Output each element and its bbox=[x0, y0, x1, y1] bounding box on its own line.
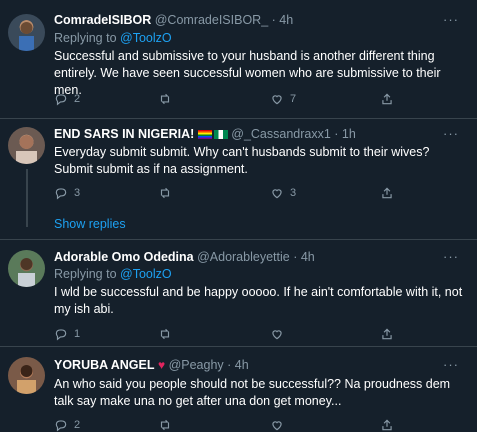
like-button[interactable]: 7 bbox=[270, 92, 296, 106]
avatar-image bbox=[17, 365, 36, 394]
tweet-1[interactable]: ComradeISIBOR @ComradeISIBOR_ · 4h ··· R… bbox=[0, 0, 477, 118]
like-count: 3 bbox=[290, 187, 297, 199]
reply-button[interactable]: 2 bbox=[54, 418, 80, 432]
share-button[interactable] bbox=[380, 92, 394, 106]
share-button[interactable] bbox=[380, 186, 394, 200]
thread-line bbox=[26, 169, 28, 227]
author-handle[interactable]: @_Cassandraxx1 bbox=[231, 127, 331, 141]
rainbow-flag-icon bbox=[197, 130, 212, 139]
author-handle[interactable]: @Peaghy bbox=[169, 358, 224, 372]
more-options-icon[interactable]: ··· bbox=[443, 357, 459, 372]
retweet-icon bbox=[160, 93, 170, 105]
author-name[interactable]: Adorable Omo Odedina bbox=[54, 250, 194, 264]
avatar[interactable] bbox=[8, 127, 45, 164]
avatar[interactable] bbox=[8, 14, 45, 51]
retweet-icon bbox=[160, 419, 170, 431]
reply-button[interactable]: 3 bbox=[54, 186, 80, 200]
tweet-time[interactable]: · 4h bbox=[227, 358, 249, 372]
show-replies-link[interactable]: Show replies bbox=[54, 217, 126, 231]
more-options-icon[interactable]: ··· bbox=[443, 12, 459, 27]
replying-to-label: Replying to bbox=[54, 31, 121, 45]
retweet-icon bbox=[160, 328, 170, 340]
share-button[interactable] bbox=[380, 418, 394, 432]
tweet-header: Adorable Omo Odedina @Adorableyettie · 4… bbox=[54, 250, 315, 264]
replying-to: Replying to @ToolzO bbox=[54, 267, 172, 281]
share-icon bbox=[382, 419, 392, 431]
tweet-text: Everyday submit submit. Why can't husban… bbox=[54, 145, 430, 176]
like-count: 7 bbox=[290, 93, 297, 105]
avatar-image bbox=[18, 258, 35, 287]
tweet-3[interactable]: Adorable Omo Odedina @Adorableyettie · 4… bbox=[0, 240, 477, 346]
tweet-time[interactable]: · 1h bbox=[334, 127, 356, 141]
heart-icon bbox=[272, 421, 282, 431]
reply-icon bbox=[55, 420, 67, 432]
like-button[interactable]: 3 bbox=[270, 186, 296, 200]
nigeria-flag-icon bbox=[213, 130, 228, 139]
tweet-4[interactable]: YORUBA ANGEL ♥ @Peaghy · 4h ··· An who s… bbox=[0, 347, 477, 432]
tweet-header: ComradeISIBOR @ComradeISIBOR_ · 4h bbox=[54, 13, 293, 27]
tweet-header: YORUBA ANGEL ♥ @Peaghy · 4h bbox=[54, 358, 249, 372]
retweet-button[interactable] bbox=[158, 186, 178, 200]
reply-count: 3 bbox=[74, 187, 81, 199]
heart-emoji-icon: ♥ bbox=[157, 358, 166, 372]
tweet-text: An who said you people should not be suc… bbox=[54, 377, 451, 408]
reply-icon bbox=[55, 329, 67, 341]
replying-to-link[interactable]: @ToolzO bbox=[120, 267, 172, 281]
avatar-image bbox=[16, 135, 37, 164]
tweet-2[interactable]: END SARS IN NIGERIA! @_Cassandraxx1 · 1h… bbox=[0, 119, 477, 239]
tweet-text: Successful and submissive to your husban… bbox=[54, 49, 441, 97]
like-button[interactable] bbox=[270, 327, 290, 341]
avatar[interactable] bbox=[8, 357, 45, 394]
reply-count: 2 bbox=[74, 93, 81, 105]
more-options-icon[interactable]: ··· bbox=[443, 126, 459, 141]
like-button[interactable] bbox=[270, 418, 284, 432]
reply-count: 1 bbox=[74, 328, 81, 340]
author-handle[interactable]: @ComradeISIBOR_ bbox=[155, 13, 268, 27]
heart-icon bbox=[272, 95, 282, 105]
share-icon bbox=[382, 187, 392, 199]
tweet-header: END SARS IN NIGERIA! @_Cassandraxx1 · 1h bbox=[54, 127, 356, 141]
reply-icon bbox=[55, 94, 67, 106]
reply-button[interactable]: 1 bbox=[54, 327, 80, 341]
share-icon bbox=[382, 93, 392, 105]
share-icon bbox=[382, 328, 392, 340]
avatar[interactable] bbox=[8, 250, 45, 287]
share-button[interactable] bbox=[380, 327, 394, 341]
author-name[interactable]: ComradeISIBOR bbox=[54, 13, 151, 27]
retweet-icon bbox=[160, 187, 170, 199]
replying-to-label: Replying to bbox=[54, 267, 121, 281]
reply-count: 2 bbox=[74, 419, 81, 431]
tweet-text: I wld be successful and be happy ooooo. … bbox=[54, 285, 463, 316]
reply-button[interactable]: 2 bbox=[54, 92, 80, 106]
author-name[interactable]: YORUBA ANGEL bbox=[54, 358, 154, 372]
heart-icon bbox=[272, 330, 282, 340]
more-options-icon[interactable]: ··· bbox=[443, 249, 459, 264]
replying-to: Replying to @ToolzO bbox=[54, 31, 172, 45]
reply-icon bbox=[55, 188, 67, 200]
author-handle[interactable]: @Adorableyettie bbox=[197, 250, 290, 264]
retweet-button[interactable] bbox=[158, 327, 178, 341]
author-name[interactable]: END SARS IN NIGERIA! bbox=[54, 127, 194, 141]
heart-icon bbox=[272, 189, 282, 199]
retweet-button[interactable] bbox=[158, 418, 172, 432]
tweet-time[interactable]: · 4h bbox=[272, 13, 294, 27]
replying-to-link[interactable]: @ToolzO bbox=[120, 31, 172, 45]
avatar-image bbox=[19, 22, 34, 51]
retweet-button[interactable] bbox=[158, 92, 178, 106]
tweet-time[interactable]: · 4h bbox=[293, 250, 315, 264]
